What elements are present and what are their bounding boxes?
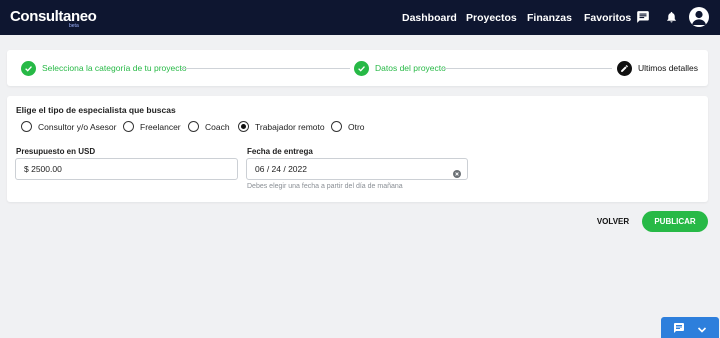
step-category[interactable]: Selecciona la categoría de tu proyecto <box>21 60 187 76</box>
publish-button[interactable]: PUBLICAR <box>642 211 708 232</box>
radio-freelancer[interactable]: Freelancer <box>123 120 181 133</box>
chat-widget-icon <box>673 321 685 338</box>
project-details-form: Elige el tipo de especialista que buscas… <box>7 96 708 202</box>
nav-proyectos[interactable]: Proyectos <box>466 12 517 24</box>
budget-input[interactable]: $ 2500.00 <box>15 158 238 180</box>
user-avatar-icon[interactable] <box>689 7 709 27</box>
step-label: Datos del proyecto <box>375 63 446 73</box>
logo[interactable]: Consultaneo <box>10 9 97 24</box>
top-navbar: Consultaneo beta Dashboard Proyectos Fin… <box>0 0 720 35</box>
radio-consultor[interactable]: Consultor y/o Asesor <box>21 120 116 133</box>
radio-label: Consultor y/o Asesor <box>38 121 117 132</box>
nav-finanzas[interactable]: Finanzas <box>527 12 572 24</box>
radio-label: Freelancer <box>140 121 181 132</box>
specialist-type-title: Elige el tipo de especialista que buscas <box>16 105 176 115</box>
progress-stepper: Selecciona la categoría de tu proyecto D… <box>7 50 708 86</box>
radio-otro[interactable]: Otro <box>331 120 365 133</box>
nav-dashboard[interactable]: Dashboard <box>402 12 457 24</box>
radio-label: Trabajador remoto <box>255 121 325 132</box>
check-icon <box>21 60 36 76</box>
date-value: 06 / 24 / 2022 <box>255 164 307 174</box>
logo-beta-badge: beta <box>69 23 79 29</box>
date-label: Fecha de entrega <box>247 147 313 156</box>
budget-label: Presupuesto en USD <box>16 147 96 156</box>
date-hint: Debes elegir una fecha a partir del día … <box>247 183 403 190</box>
radio-trabajador-remoto[interactable]: Trabajador remoto <box>238 120 325 133</box>
chevron-down-icon[interactable] <box>697 322 707 338</box>
chat-widget[interactable] <box>661 317 719 338</box>
radio-circle[interactable] <box>331 121 342 132</box>
step-final-details[interactable]: Ultimos detalles <box>617 60 698 76</box>
clear-icon[interactable] <box>453 165 461 178</box>
radio-circle[interactable] <box>123 121 134 132</box>
bell-icon[interactable] <box>665 10 681 26</box>
check-icon <box>354 60 369 76</box>
step-label: Ultimos detalles <box>638 63 698 73</box>
radio-circle[interactable] <box>21 121 32 132</box>
radio-label: Otro <box>348 121 365 132</box>
radio-circle-selected[interactable] <box>238 121 249 132</box>
radio-label: Coach <box>205 121 230 132</box>
back-button[interactable]: VOLVER <box>592 211 634 231</box>
pencil-icon <box>617 60 632 76</box>
chat-icon[interactable] <box>636 10 652 26</box>
step-connector <box>443 68 612 69</box>
radio-coach[interactable]: Coach <box>188 120 230 133</box>
nav-favoritos[interactable]: Favoritos <box>584 12 631 24</box>
step-label: Selecciona la categoría de tu proyecto <box>42 63 187 73</box>
radio-circle[interactable] <box>188 121 199 132</box>
date-input[interactable]: 06 / 24 / 2022 <box>246 158 468 180</box>
step-connector <box>181 68 350 69</box>
step-project-data[interactable]: Datos del proyecto <box>354 60 446 76</box>
